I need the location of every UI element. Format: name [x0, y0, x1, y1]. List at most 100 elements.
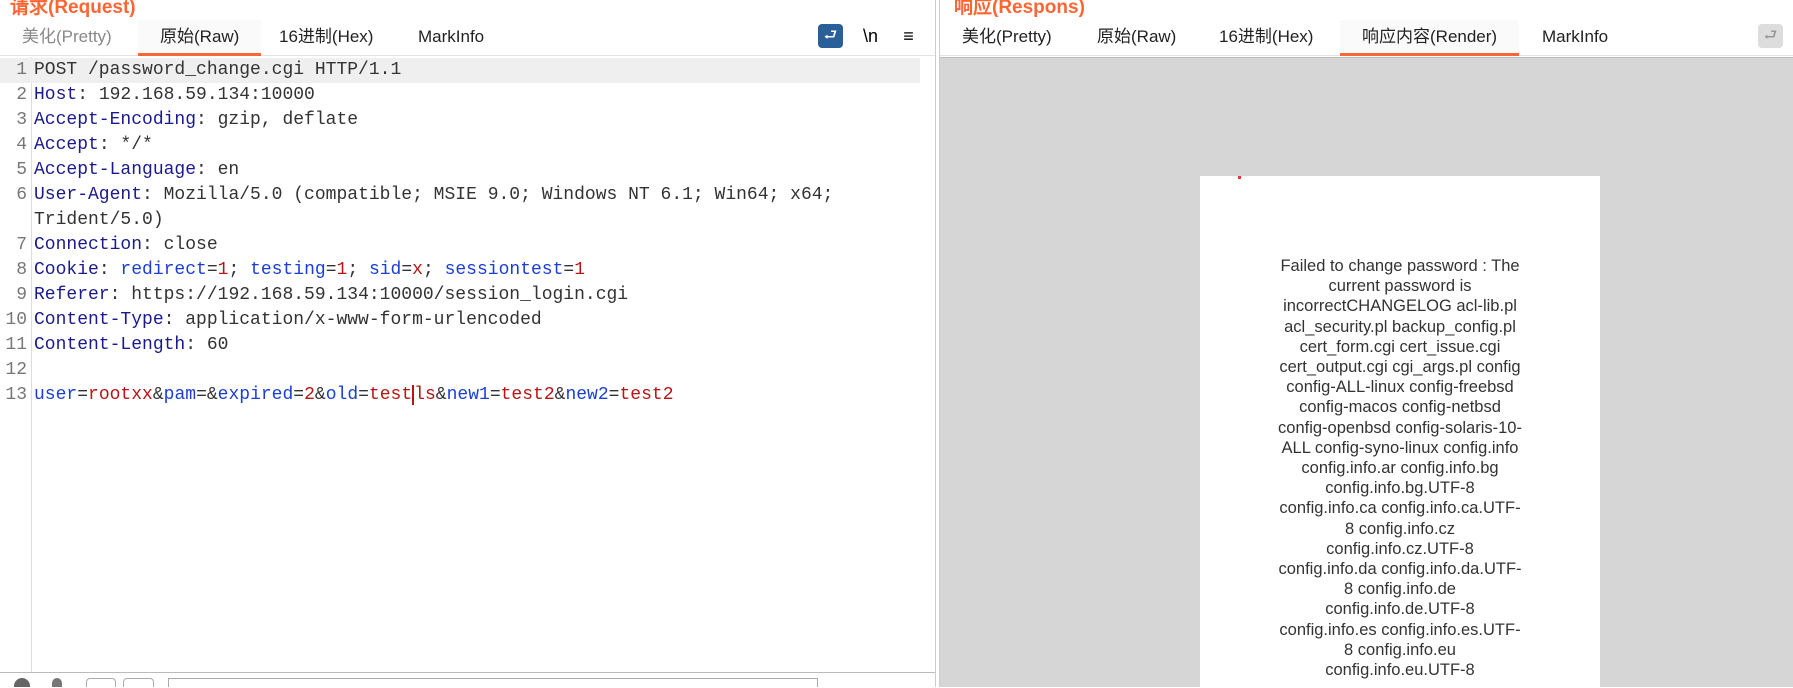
line-number: 12: [5, 360, 27, 380]
code-token: =: [325, 260, 337, 280]
rendered-line: 8 config.info.cz: [1344, 519, 1456, 538]
code-token: test2: [500, 385, 555, 405]
next-match-button[interactable]: [123, 678, 154, 687]
code-token: Content-Type: [34, 310, 164, 330]
code-token: test2: [619, 385, 674, 405]
code-line: 10 Content-Type: application/x-www-form-u…: [0, 308, 920, 333]
code-line: 9 Referer: https://192.168.59.134:10000/s…: [0, 283, 920, 308]
prev-match-button[interactable]: [86, 678, 116, 687]
rendered-line: cert_output.cgi cgi_args.pl config: [1279, 358, 1521, 377]
code-token: 1: [574, 260, 586, 280]
tab-pretty[interactable]: 美化(Pretty): [0, 20, 134, 56]
tab-raw[interactable]: 原始(Raw): [1075, 20, 1198, 56]
line-content: User-Agent: Mozilla/5.0 (compatible; MSI…: [34, 183, 833, 208]
tab-markinfo[interactable]: MarkInfo: [1520, 20, 1630, 56]
code-token: 1: [217, 260, 229, 280]
code-token: :: [98, 260, 121, 280]
code-token: : en: [196, 160, 240, 180]
request-title: 请求(Request): [10, 0, 136, 18]
code-line: 13 user=rootxx&pam=&expired=2&old=test ls&…: [0, 383, 920, 408]
code-token: testing: [250, 260, 326, 280]
line-content: POST /password_change.cgi HTTP/1.1: [34, 58, 401, 83]
code-token: x: [412, 260, 423, 280]
rendered-line: config.info.bg.UTF-8: [1325, 479, 1475, 498]
rendered-line: config.info.cz.UTF-8: [1326, 539, 1474, 558]
search-input[interactable]: [168, 678, 818, 687]
code-token: old: [325, 385, 359, 405]
code-token: POST /password_change.cgi HTTP/1.1: [34, 60, 402, 80]
code-token: ;: [347, 260, 369, 280]
line-content: user=rootxx&pam=&expired=2&old=test ls&ne…: [34, 383, 674, 408]
code-token: =: [77, 385, 89, 405]
code-token: rootxx: [88, 385, 153, 405]
rendered-line: config.info.eu.UTF-8: [1325, 661, 1475, 680]
tab-pretty[interactable]: 美化(Pretty): [940, 20, 1074, 56]
render-view: Failed to change password : The current p…: [940, 57, 1793, 688]
tab-hex[interactable]: 16进制(Hex): [257, 20, 395, 56]
settings-icon[interactable]: [14, 678, 30, 687]
rendered-line: current password is: [1328, 277, 1472, 296]
line-content: Connection: close: [34, 233, 218, 258]
response-title: 响应(Respons): [954, 0, 1085, 18]
line-number: 11: [5, 335, 27, 355]
menu-icon[interactable]: ≡: [896, 24, 921, 48]
code-line: 2 Host: 192.168.59.134:10000: [0, 83, 920, 108]
wrap-icon[interactable]: ⮐: [1758, 24, 1783, 48]
tab-render[interactable]: 响应内容(Render): [1340, 20, 1520, 56]
line-number: 8: [16, 260, 27, 280]
code-token: test: [368, 385, 413, 405]
code-token: 2: [304, 385, 315, 405]
line-number: 1: [16, 60, 27, 80]
rendered-line: acl_security.pl backup_config.pl: [1284, 317, 1516, 336]
code-line: 4 Accept: */*: [0, 133, 920, 158]
code-token: Cookie: [34, 260, 99, 280]
code-token: =: [293, 385, 305, 405]
code-token: &: [435, 385, 447, 405]
tab-raw[interactable]: 原始(Raw): [138, 20, 262, 56]
red-dot: [1238, 176, 1241, 179]
code-token: Connection: [34, 235, 143, 255]
code-token: Referer: [34, 285, 110, 305]
code-token: expired: [217, 385, 294, 405]
code-token: Content-Length: [34, 335, 186, 355]
line-number: 3: [16, 110, 27, 130]
code-token: : application/x-www-form-urlencoded: [163, 310, 542, 330]
rendered-line: incorrectCHANGELOG acl-lib.pl: [1283, 297, 1517, 316]
line-content: Content-Type: application/x-www-form-url…: [34, 308, 542, 333]
code-token: : */*: [98, 135, 153, 155]
code-token: : 60: [185, 335, 229, 355]
code-token: =: [401, 260, 413, 280]
help-icon[interactable]: [52, 678, 62, 687]
rendered-text: Failed to change password : The current p…: [1250, 256, 1550, 680]
rendered-line: ALL config-syno-linux config.info: [1281, 438, 1519, 457]
code-token: new1: [446, 385, 490, 405]
newline-toggle[interactable]: \n: [858, 24, 883, 48]
code-token: ls: [412, 385, 436, 405]
line-number: 10: [5, 310, 27, 330]
rendered-page: Failed to change password : The current p…: [1200, 176, 1600, 688]
code-token: Accept: [34, 135, 99, 155]
rendered-line: Failed to change password : The: [1280, 257, 1520, 275]
rendered-line: config-macos config-netbsd: [1299, 398, 1501, 417]
tab-hex[interactable]: 16进制(Hex): [1197, 20, 1335, 56]
rendered-line: config.info.ca config.info.ca.UTF-: [1279, 499, 1521, 518]
request-editor[interactable]: 1 POST /password_change.cgi HTTP/1.1 2 Host…: [0, 57, 935, 673]
code-line: 8 Cookie: redirect=1; testing=1; sid=x; s…: [0, 258, 920, 283]
code-token: : https://192.168.59.134:10000/session_l…: [109, 285, 629, 305]
code-token: Host: [34, 85, 78, 105]
rendered-line: config.info.ar config.info.bg: [1301, 459, 1499, 478]
tab-markinfo[interactable]: MarkInfo: [396, 20, 506, 56]
code-token: pam: [163, 385, 197, 405]
code-token: : Mozilla/5.0 (compatible; MSIE 9.0; Win…: [142, 185, 834, 205]
code-token: =: [608, 385, 620, 405]
line-content: Accept: */*: [34, 133, 153, 158]
code-token: =&: [196, 385, 218, 405]
code-line: 1 POST /password_change.cgi HTTP/1.1: [0, 58, 920, 83]
line-number: 4: [16, 135, 27, 155]
code-line: 11 Content-Length: 60: [0, 333, 920, 358]
line-number: 9: [16, 285, 27, 305]
code-line: 7 Connection: close: [0, 233, 920, 258]
rendered-line: 8 config.info.de: [1344, 580, 1456, 599]
wrap-icon[interactable]: ⮐: [818, 24, 843, 48]
code-token: ;: [228, 260, 251, 280]
